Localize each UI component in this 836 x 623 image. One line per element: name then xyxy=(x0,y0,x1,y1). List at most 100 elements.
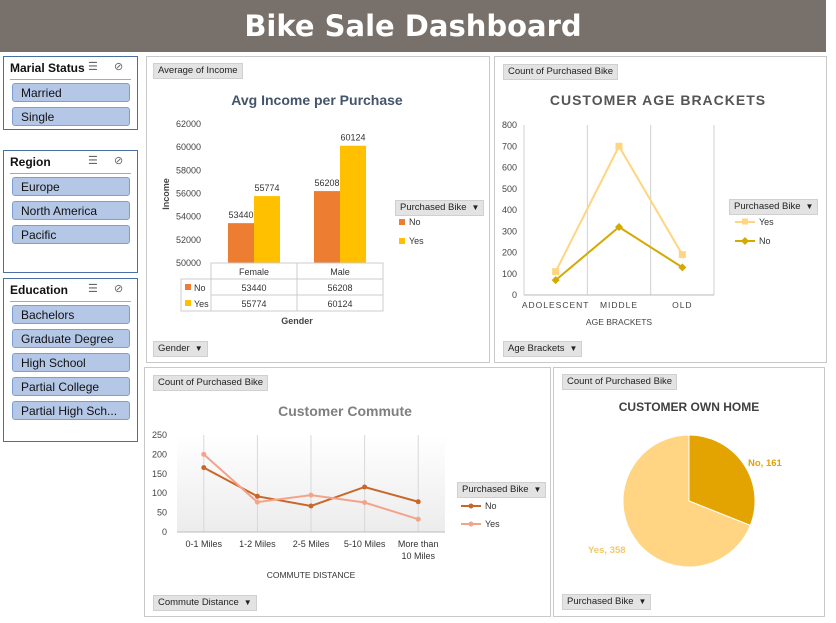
slicer-header: Education xyxy=(10,283,69,297)
data-point xyxy=(201,465,207,471)
data-point xyxy=(415,499,421,505)
x-tick-label: 0-1 Miles xyxy=(186,539,223,549)
slicer-item[interactable]: Pacific xyxy=(12,225,130,244)
slicer-education[interactable]: Education ☰ ⊘ Bachelors Graduate Degree … xyxy=(3,278,138,442)
age-chart-panel: Count of Purchased Bike Age Brackets ▼ Pu… xyxy=(494,56,827,363)
y-tick-label: 58000 xyxy=(176,165,201,175)
legend-field-label: Purchased Bike xyxy=(734,201,801,212)
y-tick-label: 56000 xyxy=(176,189,201,199)
data-label: 60124 xyxy=(340,133,365,143)
y-tick-label: 100 xyxy=(152,488,167,498)
bar xyxy=(314,191,340,263)
axis-field-label: Commute Distance xyxy=(158,597,239,608)
y-tick-label: 300 xyxy=(502,226,517,236)
y-tick-label: 800 xyxy=(502,120,517,130)
slicer-item[interactable]: Europe xyxy=(12,177,130,196)
y-tick-label: 60000 xyxy=(176,142,201,152)
value-field-button[interactable]: Average of Income xyxy=(153,63,243,79)
axis-field-label: Age Brackets xyxy=(508,343,565,354)
y-tick-label: 250 xyxy=(152,430,167,440)
legend-marker xyxy=(468,503,474,509)
plot-area xyxy=(177,435,445,532)
dropdown-arrow-icon: ▼ xyxy=(533,485,542,494)
slicer-item[interactable]: Graduate Degree xyxy=(12,329,130,348)
dropdown-arrow-icon: ▼ xyxy=(805,202,814,211)
y-tick-label: 150 xyxy=(152,469,167,479)
chart-title: Avg Income per Purchase xyxy=(231,92,403,108)
multi-select-icon[interactable]: ☰ xyxy=(88,154,98,167)
pie-data-label: Yes, 358 xyxy=(588,545,626,556)
legend-label: Yes xyxy=(409,236,424,246)
chart-title: CUSTOMER OWN HOME xyxy=(619,400,759,414)
dropdown-arrow-icon: ▼ xyxy=(194,344,203,353)
slicer-item[interactable]: North America xyxy=(12,201,130,220)
bar xyxy=(340,145,366,263)
value-field-button[interactable]: Count of Purchased Bike xyxy=(153,375,269,391)
y-tick-label: 200 xyxy=(152,449,167,459)
y-axis-label: Income xyxy=(161,178,171,210)
data-point xyxy=(678,251,686,259)
x-tick-label: 5-10 Miles xyxy=(344,539,386,549)
data-point xyxy=(551,276,560,285)
dropdown-arrow-icon: ▼ xyxy=(471,203,480,212)
data-table-row-label: Yes xyxy=(194,299,209,309)
legend-marker xyxy=(742,218,748,225)
value-field-button[interactable]: Count of Purchased Bike xyxy=(503,64,619,80)
legend-field-button[interactable]: Purchased Bike ▼ xyxy=(457,482,547,498)
slicer-marital-status[interactable]: Marial Status ☰ ⊘ Married Single xyxy=(3,56,138,130)
x-tick-label: 2-5 Miles xyxy=(293,539,330,549)
y-tick-label: 54000 xyxy=(176,212,201,222)
legend-marker xyxy=(468,521,474,527)
x-axis-label: Gender xyxy=(281,316,313,326)
slicer-item[interactable]: Partial College xyxy=(12,377,130,396)
slicer-item[interactable]: Single xyxy=(12,107,130,126)
legend-key xyxy=(185,300,191,306)
data-point xyxy=(362,500,368,506)
clear-filter-icon[interactable]: ⊘ xyxy=(114,154,123,167)
x-tick-label: OLD xyxy=(672,300,692,310)
legend-field-button[interactable]: Purchased Bike ▼ xyxy=(395,200,485,216)
y-tick-label: 0 xyxy=(162,527,167,537)
slicer-item[interactable]: Married xyxy=(12,83,130,102)
commute-chart-panel: Count of Purchased Bike Commute Distance… xyxy=(144,367,551,617)
y-tick-label: 600 xyxy=(502,163,517,173)
chart-title: Customer Commute xyxy=(278,403,412,419)
data-table-cell: 56208 xyxy=(327,283,352,293)
data-point xyxy=(615,142,623,150)
series-line xyxy=(203,453,419,521)
axis-field-button[interactable]: Commute Distance ▼ xyxy=(153,595,257,611)
multi-select-icon[interactable]: ☰ xyxy=(88,282,98,295)
value-field-button[interactable]: Count of Purchased Bike xyxy=(562,374,678,390)
x-tick-label-cont: 10 Miles xyxy=(401,551,435,561)
clear-filter-icon[interactable]: ⊘ xyxy=(114,282,123,295)
dropdown-arrow-icon: ▼ xyxy=(243,598,252,607)
clear-filter-icon[interactable]: ⊘ xyxy=(114,60,123,73)
legend-label: Yes xyxy=(485,519,500,529)
data-point xyxy=(415,516,421,522)
x-tick-label: MIDDLE xyxy=(600,300,638,310)
y-tick-label: 50000 xyxy=(176,258,201,268)
slicer-item[interactable]: Bachelors xyxy=(12,305,130,324)
slicer-item[interactable]: Partial High Sch... xyxy=(12,401,130,420)
x-tick-label: Female xyxy=(239,267,269,277)
data-point xyxy=(254,493,260,499)
legend-label: No xyxy=(409,217,421,227)
axis-field-button[interactable]: Age Brackets ▼ xyxy=(503,341,583,357)
slicer-item[interactable]: High School xyxy=(12,353,130,372)
legend-field-button[interactable]: Purchased Bike ▼ xyxy=(729,199,819,215)
x-tick-label: More than xyxy=(398,539,439,549)
series-line xyxy=(555,225,683,281)
axis-field-button[interactable]: Gender ▼ xyxy=(153,341,208,357)
slicer-region[interactable]: Region ☰ ⊘ Europe North America Pacific xyxy=(3,150,138,273)
x-tick-label: Male xyxy=(330,267,350,277)
data-label: 53440 xyxy=(228,210,253,220)
pie-data-label: No, 161 xyxy=(748,458,783,469)
axis-field-button[interactable]: Purchased Bike ▼ xyxy=(562,594,652,610)
legend-key xyxy=(185,284,191,290)
data-point xyxy=(254,499,260,505)
legend-label: Yes xyxy=(759,217,774,227)
legend-field-label: Purchased Bike xyxy=(462,484,529,495)
data-label: 55774 xyxy=(254,183,279,193)
data-point xyxy=(308,492,314,498)
multi-select-icon[interactable]: ☰ xyxy=(88,60,98,73)
